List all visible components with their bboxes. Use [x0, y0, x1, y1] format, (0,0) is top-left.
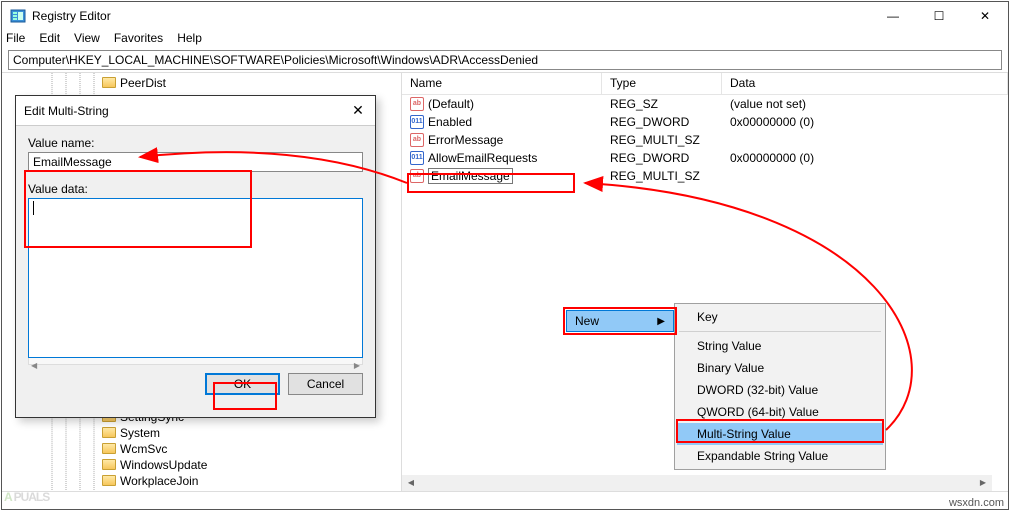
- menu-file[interactable]: File: [6, 31, 25, 45]
- tree-item-windowsupdate[interactable]: WindowsUpdate: [2, 457, 401, 473]
- value-data-textarea[interactable]: [28, 198, 363, 358]
- menu-dword-value[interactable]: DWORD (32-bit) Value: [677, 379, 883, 401]
- menubar: File Edit View Favorites Help: [2, 29, 1008, 47]
- address-text: Computer\HKEY_LOCAL_MACHINE\SOFTWARE\Pol…: [13, 53, 538, 67]
- new-label: New: [575, 314, 599, 328]
- list-row-allowemail[interactable]: AllowEmailRequests REG_DWORD 0x00000000 …: [402, 149, 1008, 167]
- header-data[interactable]: Data: [722, 73, 1008, 94]
- regedit-icon: [10, 8, 26, 24]
- tree-item-wcmsvc[interactable]: WcmSvc: [2, 441, 401, 457]
- list-row-default[interactable]: (Default) REG_SZ (value not set): [402, 95, 1008, 113]
- dword-icon: [410, 115, 424, 129]
- header-name[interactable]: Name: [402, 73, 602, 94]
- string-icon: [410, 97, 424, 111]
- cancel-button[interactable]: Cancel: [288, 373, 363, 395]
- folder-icon: [102, 443, 116, 454]
- folder-icon: [102, 459, 116, 470]
- header-type[interactable]: Type: [602, 73, 722, 94]
- list-row-enabled[interactable]: Enabled REG_DWORD 0x00000000 (0): [402, 113, 1008, 131]
- value-name-label: Value name:: [28, 136, 363, 150]
- menu-help[interactable]: Help: [177, 31, 202, 45]
- rename-input[interactable]: EmailMessage: [428, 168, 513, 184]
- dword-icon: [410, 151, 424, 165]
- folder-icon: [102, 475, 116, 486]
- context-new-item[interactable]: New ▶: [566, 310, 674, 332]
- list-header: Name Type Data: [402, 73, 1008, 95]
- maximize-button[interactable]: ☐: [916, 2, 962, 29]
- statusbar: [2, 491, 1008, 509]
- chevron-right-icon: ▶: [657, 316, 665, 327]
- list-row-emailmessage[interactable]: EmailMessage REG_MULTI_SZ: [402, 167, 1008, 185]
- watermark: A PUALS: [4, 481, 49, 507]
- menu-key[interactable]: Key: [677, 306, 883, 328]
- scroll-right-icon[interactable]: ▶: [976, 476, 990, 490]
- menu-qword-value[interactable]: QWORD (64-bit) Value: [677, 401, 883, 423]
- tree-item-workplacejoin[interactable]: WorkplaceJoin: [2, 473, 401, 489]
- credit-text: wsxdn.com: [949, 497, 1004, 509]
- value-data-label: Value data:: [28, 182, 363, 196]
- menu-string-value[interactable]: String Value: [677, 335, 883, 357]
- menu-favorites[interactable]: Favorites: [114, 31, 163, 45]
- value-name-input[interactable]: [28, 152, 363, 172]
- ok-button[interactable]: OK: [205, 373, 280, 395]
- menu-binary-value[interactable]: Binary Value: [677, 357, 883, 379]
- folder-icon: [102, 77, 116, 88]
- address-bar[interactable]: Computer\HKEY_LOCAL_MACHINE\SOFTWARE\Pol…: [8, 50, 1002, 70]
- scroll-left-icon[interactable]: ◀: [404, 476, 418, 490]
- menu-edit[interactable]: Edit: [39, 31, 60, 45]
- list-row-errormessage[interactable]: ErrorMessage REG_MULTI_SZ: [402, 131, 1008, 149]
- menu-expandable-string[interactable]: Expandable String Value: [677, 445, 883, 467]
- menu-multistring-value[interactable]: Multi-String Value: [677, 423, 883, 445]
- string-icon: [410, 133, 424, 147]
- string-icon: [410, 169, 424, 183]
- menu-view[interactable]: View: [74, 31, 100, 45]
- scrollbar-horizontal[interactable]: ◀ ▶: [402, 475, 992, 491]
- folder-icon: [102, 427, 116, 438]
- separator: [679, 331, 881, 332]
- titlebar[interactable]: Registry Editor — ☐ ✕: [2, 2, 1008, 29]
- tree-item-system[interactable]: System: [2, 425, 401, 441]
- minimize-button[interactable]: —: [870, 2, 916, 29]
- dialog-close-button[interactable]: ✕: [341, 102, 375, 119]
- dialog-title: Edit Multi-String: [24, 104, 341, 118]
- tree-item-peerdist[interactable]: PeerDist: [2, 75, 401, 91]
- edit-multistring-dialog: Edit Multi-String ✕ Value name: Value da…: [15, 95, 376, 418]
- close-button[interactable]: ✕: [962, 2, 1008, 29]
- window-title: Registry Editor: [32, 9, 870, 23]
- new-submenu: Key String Value Binary Value DWORD (32-…: [674, 303, 886, 470]
